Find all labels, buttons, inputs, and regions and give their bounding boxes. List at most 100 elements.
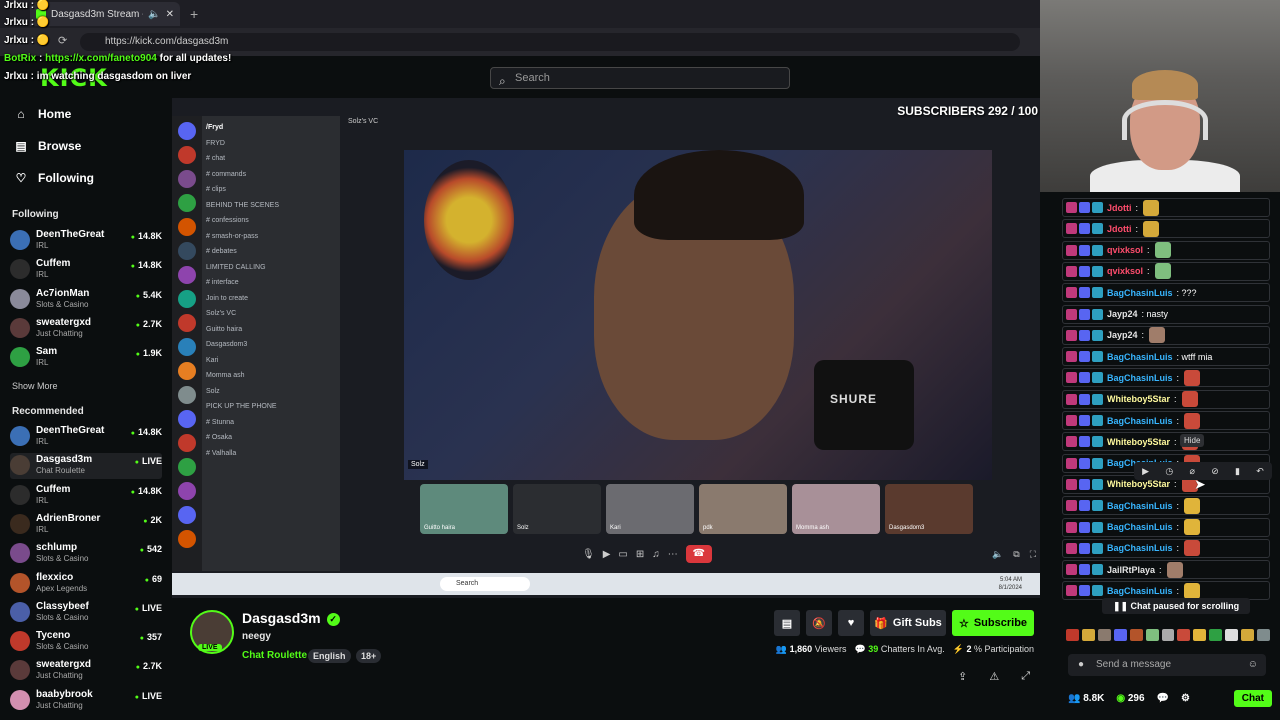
channel-points[interactable]: ◉ 296 <box>1116 693 1144 704</box>
chat-username[interactable]: BagChasinLuis <box>1107 373 1173 383</box>
chat-username[interactable]: Whiteboy5Star <box>1107 394 1170 404</box>
sidebar-channel[interactable]: ClassybeefSlots & Casino LIVE <box>10 600 162 626</box>
sidebar-channel[interactable]: TycenoSlots & Casino 357 <box>10 629 162 655</box>
follow-button[interactable]: ♥ <box>838 610 864 636</box>
theater-mode-icon[interactable]: ⤢ <box>1021 670 1030 683</box>
chat-message[interactable]: BagChasinLuis: <box>1062 538 1270 558</box>
mute-notifications-button[interactable]: 🔕 <box>806 610 832 636</box>
timeout-icon[interactable]: ◷ <box>1165 466 1173 477</box>
nav-browse[interactable]: ▤ Browse <box>14 139 81 153</box>
chat-bubble-icon[interactable]: 💬 <box>1157 693 1169 704</box>
chat-username[interactable]: JailRtPlaya <box>1107 565 1155 575</box>
chat-username[interactable]: BagChasinLuis <box>1107 352 1173 362</box>
settings-gear-icon[interactable]: ⚙ <box>1181 693 1190 704</box>
new-tab-button[interactable]: + <box>190 6 198 22</box>
tag-language[interactable]: English <box>308 649 351 663</box>
tag-age[interactable]: 18+ <box>356 649 382 663</box>
reload-icon[interactable]: ⟳ <box>58 34 67 47</box>
sidebar-channel[interactable]: DeenTheGreatIRL 14.8K <box>10 424 162 450</box>
chat-username[interactable]: Whiteboy5Star <box>1107 437 1170 447</box>
delete-icon[interactable]: ▮ <box>1235 466 1240 477</box>
chat-identity-icon[interactable]: ● <box>1078 654 1084 676</box>
volume-icon[interactable]: 🔈 <box>992 549 1003 560</box>
sidebar-channel[interactable]: baabybrookJust Chatting LIVE <box>10 688 162 714</box>
undo-icon[interactable]: ↶ <box>1256 466 1264 477</box>
end-call-button[interactable]: ☎ <box>685 545 712 563</box>
camera-icon[interactable]: ▶ <box>603 549 611 560</box>
more-icon[interactable]: ⋯ <box>668 549 678 560</box>
chat-message[interactable]: BagChasinLuis: wtff mia <box>1062 347 1270 367</box>
chat-username[interactable]: BagChasinLuis <box>1107 522 1173 532</box>
chat-message[interactable]: BagChasinLuis: <box>1062 411 1270 430</box>
chat-username[interactable]: BagChasinLuis <box>1107 501 1173 511</box>
popout-icon[interactable]: ⧉ <box>1013 549 1019 560</box>
subscribe-button[interactable]: ☆ Subscribe <box>952 610 1034 636</box>
chat-paused-banner[interactable]: ❚❚ Chat paused for scrolling <box>1102 598 1250 614</box>
sidebar-channel[interactable]: AdrienBronerIRL 2K <box>10 512 162 538</box>
sidebar-channel[interactable]: SamIRL 1.9K <box>10 345 162 371</box>
sidebar-channel[interactable]: sweatergxdJust Chatting 2.7K <box>10 658 162 684</box>
sidebar-channel[interactable]: schlumpSlots & Casino 542 <box>10 541 162 567</box>
chat-message[interactable]: Jayp24: nasty <box>1062 304 1270 324</box>
chat-message[interactable]: BagChasinLuis: ??? <box>1062 283 1270 303</box>
ban-icon[interactable]: ⊘ <box>1211 466 1219 477</box>
chat-message[interactable]: Jdotti: <box>1062 198 1270 217</box>
send-message-input[interactable]: ● Send a message ☺ <box>1068 654 1266 676</box>
clip-button[interactable]: ▤ <box>774 610 800 636</box>
chat-username[interactable]: BagChasinLuis <box>1107 416 1173 426</box>
gift-subs-button[interactable]: 🎁 Gift Subs <box>870 610 946 636</box>
mic-icon[interactable]: 🎙 <box>582 549 595 560</box>
url-field[interactable]: https://kick.com/dasgasd3m <box>80 33 1020 51</box>
chat-username[interactable]: Jayp24 <box>1107 330 1138 340</box>
chat-username[interactable]: qvixksol <box>1107 266 1143 276</box>
search-input[interactable]: ⌕ Search <box>490 67 790 89</box>
sidebar-channel[interactable]: Dasgasd3mChat Roulette LIVE <box>10 453 162 480</box>
nav-following[interactable]: ♡ Following <box>14 171 94 185</box>
chat-message[interactable]: Jayp24: <box>1062 325 1270 345</box>
participant-tile[interactable]: pdk <box>699 484 787 534</box>
video-player[interactable]: /Fryd FRYD # chat # commands # clips BEHIND … <box>172 98 1040 598</box>
soundboard-icon[interactable]: ♫ <box>652 549 660 560</box>
chat-username[interactable]: Jdotti <box>1107 224 1132 234</box>
close-tab-icon[interactable]: ✕ <box>166 9 174 20</box>
chat-message[interactable]: Whiteboy5Star: <box>1062 432 1270 452</box>
show-more-link[interactable]: Show More <box>12 381 58 391</box>
chat-username[interactable]: Jdotti <box>1107 203 1132 213</box>
chat-send-button[interactable]: Chat <box>1233 689 1272 707</box>
chat-message[interactable]: BagChasinLuis: <box>1062 517 1270 537</box>
chat-message[interactable]: Whiteboy5Star: <box>1062 389 1270 409</box>
sidebar-channel[interactable]: CuffemIRL 14.8K <box>10 257 162 283</box>
report-icon[interactable]: ⚠ <box>989 670 999 683</box>
browser-tab[interactable]: Dasgasd3m Stream - Watch 🔈 ✕ <box>30 2 180 26</box>
chat-message[interactable]: BagChasinLuis: <box>1062 496 1270 516</box>
chat-username[interactable]: qvixksol <box>1107 245 1143 255</box>
share-icon[interactable]: ⇪ <box>958 670 967 683</box>
chat-username[interactable]: BagChasinLuis <box>1107 543 1173 553</box>
chat-username[interactable]: BagChasinLuis <box>1107 586 1173 596</box>
hide-icon[interactable]: ⌀ <box>1189 466 1194 477</box>
activities-icon[interactable]: ⊞ <box>636 549 644 560</box>
emoji-icon[interactable]: ☺ <box>1248 654 1258 676</box>
sidebar-channel[interactable]: CuffemIRL 14.8K <box>10 483 162 509</box>
chat-message[interactable]: qvixksol: <box>1062 240 1270 260</box>
chat-message[interactable]: Jdotti: <box>1062 219 1270 239</box>
chat-message[interactable]: BagChasinLuis: <box>1062 368 1270 388</box>
stream-category[interactable]: Chat Roulette <box>242 650 307 661</box>
sidebar-channel[interactable]: DeenTheGreatIRL 14.8K <box>10 228 162 254</box>
participant-tile[interactable]: Solz <box>513 484 601 534</box>
chat-username[interactable]: Whiteboy5Star <box>1107 479 1170 489</box>
play-icon[interactable]: ▶ <box>1142 466 1149 477</box>
sidebar-channel[interactable]: flexxicoApex Legends 69 <box>10 571 162 597</box>
sidebar-channel[interactable]: sweatergxdJust Chatting 2.7K <box>10 316 162 342</box>
participant-tile[interactable]: Kari <box>606 484 694 534</box>
sidebar-channel[interactable]: Ac7ionManSlots & Casino 5.4K <box>10 287 162 313</box>
participant-tile[interactable]: Dasgasdom3 <box>885 484 973 534</box>
chat-username[interactable]: BagChasinLuis <box>1107 288 1173 298</box>
chat-username[interactable]: Jayp24 <box>1107 309 1138 319</box>
participant-tile[interactable]: Momma ash <box>792 484 880 534</box>
screen-share-icon[interactable]: ▭ <box>618 549 627 560</box>
streamer-name[interactable]: Dasgasd3m <box>242 610 321 626</box>
chat-message[interactable]: qvixksol: <box>1062 261 1270 281</box>
chat-message[interactable]: JailRtPlaya: <box>1062 560 1270 580</box>
mute-tab-icon[interactable]: 🔈 <box>148 9 160 20</box>
